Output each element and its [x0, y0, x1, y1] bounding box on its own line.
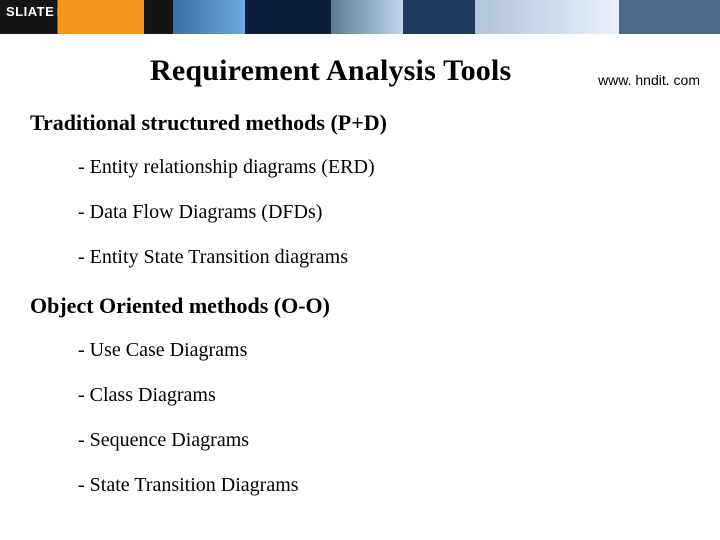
logo-text-2: moodle: [56, 3, 112, 20]
section2-heading: Object Oriented methods (O-O): [30, 293, 690, 319]
logo-text-1: SLIATE: [6, 4, 54, 19]
list-item: - Class Diagrams: [78, 384, 690, 407]
list-item: - State Transition Diagrams: [78, 474, 690, 497]
top-banner: SLIATE moodle: [0, 0, 720, 34]
logo: SLIATE moodle: [6, 3, 113, 20]
slide-content: www. hndit. com Requirement Analysis Too…: [0, 54, 720, 497]
list-item: - Data Flow Diagrams (DFDs): [78, 201, 690, 224]
site-url: www. hndit. com: [598, 72, 700, 88]
list-item: - Entity State Transition diagrams: [78, 246, 690, 269]
section1-heading: Traditional structured methods (P+D): [30, 110, 690, 136]
list-item: - Sequence Diagrams: [78, 429, 690, 452]
list-item: - Entity relationship diagrams (ERD): [78, 156, 690, 179]
list-item: - Use Case Diagrams: [78, 339, 690, 362]
